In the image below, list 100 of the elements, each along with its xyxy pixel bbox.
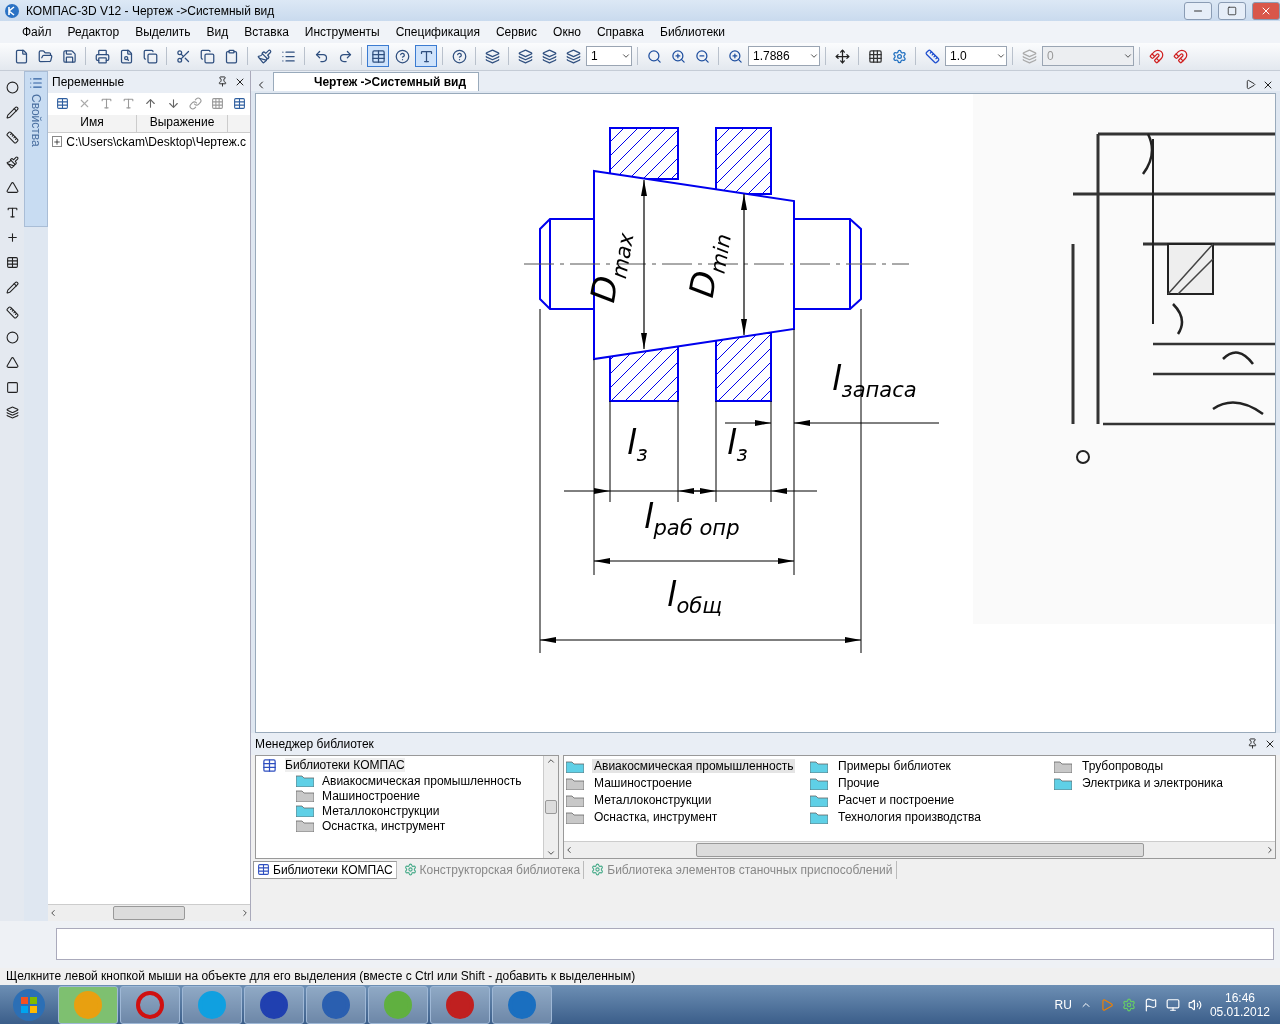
scroll-thumb[interactable] bbox=[113, 906, 185, 921]
tool-icon bbox=[5, 406, 19, 420]
menu-item[interactable]: Сервис bbox=[487, 25, 546, 40]
scrollbar[interactable] bbox=[564, 840, 1275, 858]
undo-icon bbox=[313, 48, 329, 64]
command-field[interactable] bbox=[56, 928, 1274, 961]
zoom-in-icon bbox=[670, 48, 686, 64]
brush-icon bbox=[256, 48, 272, 64]
menu-item[interactable]: Выделить bbox=[127, 25, 199, 40]
zoom-field[interactable]: 1.7886 bbox=[748, 46, 820, 67]
tool-icon bbox=[5, 256, 19, 270]
library-item[interactable]: Прочие bbox=[810, 774, 1054, 792]
library-tab[interactable]: Библиотеки КОМПАС bbox=[253, 860, 397, 879]
library-item[interactable]: Металлоконструкции bbox=[566, 791, 810, 809]
taskbar-button[interactable] bbox=[120, 985, 180, 1024]
grid-icon bbox=[211, 97, 225, 111]
menu-item[interactable]: Файл bbox=[14, 25, 60, 40]
dimension-label: l$_{общ}$ bbox=[667, 576, 723, 617]
expand-icon[interactable] bbox=[52, 136, 63, 148]
sheet-icon bbox=[517, 48, 533, 64]
copy-icon bbox=[142, 48, 158, 64]
tool-icon bbox=[5, 206, 19, 220]
scrollbar[interactable] bbox=[543, 755, 558, 858]
windows-logo-icon bbox=[12, 987, 46, 1022]
maximize-icon bbox=[1227, 5, 1237, 16]
pin-icon bbox=[1247, 738, 1258, 750]
taskbar-button[interactable] bbox=[430, 985, 490, 1024]
menu-item[interactable]: Редактор bbox=[59, 25, 128, 40]
list-icon bbox=[280, 48, 296, 64]
printer-icon bbox=[94, 48, 110, 64]
menu-item[interactable]: Библиотеки bbox=[652, 25, 734, 40]
page-field[interactable]: 1 bbox=[586, 46, 632, 67]
table-icon bbox=[233, 97, 247, 111]
function-button[interactable] bbox=[415, 45, 437, 68]
maximize-button[interactable] bbox=[1218, 1, 1246, 20]
network-icon bbox=[1165, 997, 1180, 1012]
panel-icon bbox=[370, 48, 386, 64]
library-item[interactable]: Электрика и электроника bbox=[1054, 774, 1254, 792]
circle-icon bbox=[198, 990, 226, 1019]
magnet-icon bbox=[1172, 48, 1188, 64]
tool-icon bbox=[5, 231, 19, 245]
tree-item[interactable]: Библиотеки КОМПАС bbox=[262, 757, 537, 773]
flag-icon bbox=[1143, 997, 1158, 1012]
column-header[interactable]: Имя bbox=[48, 114, 137, 132]
menu-item[interactable]: Вид bbox=[198, 25, 237, 40]
zoom-in-icon bbox=[727, 48, 743, 64]
side-tab[interactable]: Свойства bbox=[24, 70, 48, 227]
clock[interactable]: 16:46 05.01.2012 bbox=[1209, 990, 1270, 1019]
scroll-thumb[interactable] bbox=[695, 842, 1144, 857]
paste-icon bbox=[223, 48, 239, 64]
settings-icon bbox=[891, 48, 907, 64]
scroll-thumb[interactable] bbox=[545, 799, 557, 814]
tool-icon bbox=[5, 331, 19, 345]
dimension-label: l$_{запаса}$ bbox=[832, 360, 917, 401]
menu-item[interactable]: Окно bbox=[545, 25, 589, 40]
language-indicator[interactable]: RU bbox=[1054, 997, 1072, 1012]
panel-title: Переменные bbox=[52, 74, 126, 89]
library-item[interactable]: Машиностроение bbox=[566, 774, 810, 792]
tree-item[interactable]: C:\Users\ckam\Desktop\Чертеж.c bbox=[48, 132, 250, 151]
help-icon bbox=[394, 48, 410, 64]
library-item[interactable]: Примеры библиотек bbox=[810, 757, 1054, 775]
scroll-left-icon bbox=[564, 844, 574, 855]
step-field[interactable]: 1.0 bbox=[945, 46, 1007, 67]
dimension-label: l$_{з}$ bbox=[727, 424, 748, 465]
tree-item[interactable]: Оснастка, инструмент bbox=[262, 818, 537, 833]
play-icon bbox=[1099, 997, 1114, 1012]
library-item[interactable]: Трубопроводы bbox=[1054, 757, 1254, 775]
pin-icon bbox=[217, 76, 228, 88]
document-tab[interactable]: Чертеж ->Системный вид bbox=[273, 71, 480, 91]
menu-item[interactable]: Справка bbox=[588, 25, 652, 40]
menu-item[interactable]: Инструменты bbox=[296, 25, 388, 40]
save-icon bbox=[61, 48, 77, 64]
ring-icon bbox=[136, 990, 164, 1019]
taskbar-button[interactable] bbox=[492, 985, 552, 1024]
tree-item[interactable]: Авиакосмическая промышленность bbox=[262, 773, 537, 788]
library-item[interactable]: Расчет и построение bbox=[810, 791, 1054, 809]
library-item[interactable]: Оснастка, инструмент bbox=[566, 808, 810, 826]
scroll-right-icon bbox=[1265, 844, 1275, 855]
status-text: Щелкните левой кнопкой мыши на объекте для его выделения (вместе с Ctrl или Shift - добавить к выделенным) bbox=[6, 969, 636, 984]
tree-item[interactable]: Машиностроение bbox=[262, 788, 537, 803]
zoom-out-icon bbox=[694, 48, 710, 64]
new-file-icon bbox=[13, 48, 29, 64]
close-button[interactable] bbox=[1252, 1, 1280, 20]
scrollbar[interactable] bbox=[48, 904, 250, 922]
tool-icon bbox=[5, 306, 19, 320]
minimize-button[interactable] bbox=[1184, 1, 1212, 20]
link-icon bbox=[188, 97, 202, 111]
tree-item[interactable]: Металлоконструкции bbox=[262, 803, 537, 818]
taskbar-button[interactable] bbox=[244, 985, 304, 1024]
menu-item[interactable]: Вставка bbox=[236, 25, 297, 40]
layers-icon bbox=[1021, 48, 1037, 64]
panel-button[interactable] bbox=[367, 45, 389, 68]
circle-icon bbox=[508, 990, 536, 1019]
search-icon bbox=[646, 48, 662, 64]
taskbar-button[interactable] bbox=[306, 985, 366, 1024]
preview-icon bbox=[118, 48, 134, 64]
tool-icon bbox=[5, 156, 19, 170]
library-item[interactable]: Технология производства bbox=[810, 808, 1054, 826]
column-header[interactable]: Выражение bbox=[137, 114, 228, 132]
menu-item[interactable]: Спецификация bbox=[387, 25, 488, 40]
